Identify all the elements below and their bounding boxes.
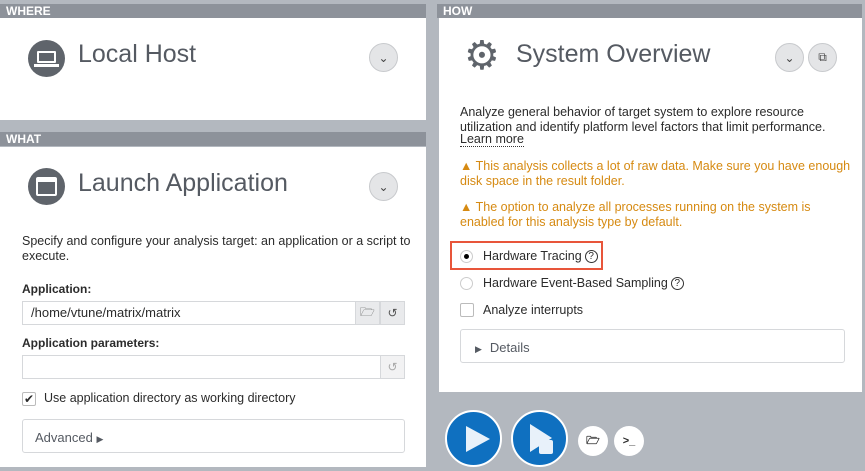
what-title: Launch Application bbox=[78, 169, 288, 197]
where-header: WHERE bbox=[0, 4, 426, 18]
help-icon[interactable]: ? bbox=[584, 250, 598, 263]
caret-right-icon: ▶ bbox=[96, 434, 104, 444]
reset-application-button[interactable]: ↺ bbox=[380, 301, 405, 325]
how-expand-button[interactable]: ⌄ bbox=[775, 43, 804, 72]
hardware-ebs-label: Hardware Event-Based Sampling? bbox=[483, 276, 684, 291]
where-title: Local Host bbox=[78, 40, 197, 68]
advanced-section[interactable]: Advanced ▶ bbox=[22, 419, 405, 453]
use-dir-label: Use application directory as working dir… bbox=[44, 391, 296, 405]
gear-icon: ⚙ bbox=[464, 34, 500, 78]
application-label: Application: bbox=[22, 282, 92, 296]
browse-folder-button[interactable]: 🗁 bbox=[355, 301, 380, 325]
how-header: HOW bbox=[437, 4, 862, 18]
play-icon bbox=[466, 426, 490, 452]
start-paused-button[interactable] bbox=[511, 410, 568, 467]
advanced-label: Advanced bbox=[35, 430, 93, 445]
warning-icon: ▲ bbox=[460, 159, 473, 173]
analyze-interrupts-label: Analyze interrupts bbox=[483, 303, 584, 317]
where-panel: Local Host ⌄ bbox=[0, 18, 426, 120]
warning-2: ▲ The option to analyze all processes ru… bbox=[460, 200, 855, 230]
option-label: Hardware Event-Based Sampling bbox=[483, 276, 668, 290]
what-expand-button[interactable]: ⌄ bbox=[369, 172, 398, 201]
warning-icon: ▲ bbox=[460, 200, 473, 214]
what-description: Specify and configure your analysis targ… bbox=[22, 234, 411, 263]
analyze-interrupts-checkbox[interactable] bbox=[460, 303, 474, 317]
hardware-tracing-radio[interactable] bbox=[460, 250, 473, 263]
how-description: Analyze general behavior of target syste… bbox=[460, 105, 826, 134]
warning-text: This analysis collects a lot of raw data… bbox=[460, 159, 851, 188]
application-input[interactable]: /home/vtune/matrix/matrix bbox=[22, 301, 356, 325]
where-expand-button[interactable]: ⌄ bbox=[369, 43, 398, 72]
laptop-icon bbox=[28, 40, 65, 77]
how-title: System Overview bbox=[516, 40, 711, 68]
copy-icon[interactable]: ⧉ bbox=[808, 43, 837, 72]
terminal-icon: >_ bbox=[622, 435, 636, 447]
caret-right-icon: ▶ bbox=[475, 344, 482, 354]
what-header: WHAT bbox=[0, 132, 426, 146]
learn-more-link[interactable]: Learn more bbox=[460, 133, 524, 147]
details-section[interactable]: ▶ Details bbox=[460, 329, 845, 363]
params-input[interactable] bbox=[22, 355, 381, 379]
start-button[interactable] bbox=[445, 410, 502, 467]
how-panel: ⚙ System Overview ⌄ ⧉ Analyze general be… bbox=[439, 18, 862, 392]
search-sources-button[interactable]: 🗁 bbox=[578, 426, 608, 456]
warning-text: The option to analyze all processes runn… bbox=[460, 200, 811, 229]
application-window-icon bbox=[28, 168, 65, 205]
warning-1: ▲ This analysis collects a lot of raw da… bbox=[460, 159, 855, 189]
use-dir-checkbox[interactable]: ✔ bbox=[22, 392, 36, 406]
help-icon[interactable]: ? bbox=[670, 277, 684, 290]
what-panel: Launch Application ⌄ Specify and configu… bbox=[0, 147, 426, 467]
reset-params-button[interactable]: ↺ bbox=[380, 355, 405, 379]
hardware-tracing-label: Hardware Tracing? bbox=[483, 249, 598, 264]
option-label: Hardware Tracing bbox=[483, 249, 582, 263]
hardware-ebs-radio[interactable] bbox=[460, 277, 473, 290]
details-label: Details bbox=[489, 340, 530, 355]
command-line-button[interactable]: >_ bbox=[614, 426, 644, 456]
folder-search-icon: 🗁 bbox=[586, 434, 600, 447]
params-label: Application parameters: bbox=[22, 336, 160, 350]
